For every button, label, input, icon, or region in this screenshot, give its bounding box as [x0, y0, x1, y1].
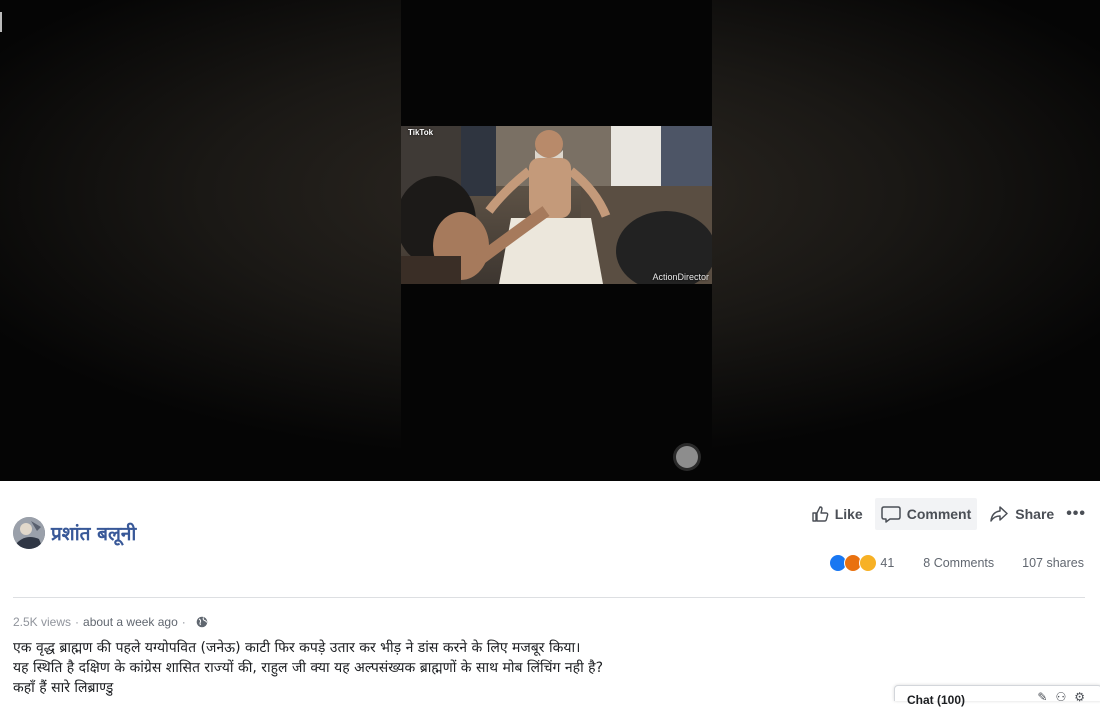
description-line: कहाँ हैं सारे लिब्राण्डु	[13, 680, 114, 696]
post-actions-bar: Like Comment Share •••	[799, 497, 1086, 531]
reactions-count[interactable]: 41	[880, 556, 894, 570]
more-options-button[interactable]: •••	[1066, 505, 1086, 523]
thumbs-up-icon	[811, 506, 829, 522]
video-thumbnail[interactable]: TikTok ActionDirector	[401, 126, 712, 284]
chat-label: Chat (100)	[907, 693, 966, 707]
video-scene-image	[401, 126, 712, 284]
author-name-link[interactable]: प्रशांत बलूनी	[51, 520, 136, 546]
video-player[interactable]: TikTok ActionDirector	[0, 0, 1100, 481]
post-meta: 2.5K views · about a week ago ·	[13, 615, 208, 629]
comment-button[interactable]: Comment	[874, 498, 978, 530]
post-author[interactable]: प्रशांत बलूनी	[13, 517, 136, 549]
player-edge-control[interactable]	[0, 12, 6, 32]
globe-icon[interactable]	[196, 616, 208, 628]
sad-reaction-icon[interactable]	[859, 554, 878, 572]
post-stats: 41 8 Comments 107 shares	[829, 552, 1084, 574]
post-timestamp-link[interactable]: about a week ago	[83, 615, 178, 629]
avatar-image	[13, 517, 45, 549]
post-description: एक वृद्ध ब्राह्मण की पहले यग्योपवित (जने…	[13, 638, 913, 698]
view-count: 2.5K views	[13, 615, 72, 629]
description-line: एक वृद्ध ब्राह्मण की पहले यग्योपवित (जने…	[13, 640, 581, 656]
like-label: Like	[834, 506, 863, 522]
like-button[interactable]: Like	[805, 498, 869, 530]
comment-icon	[880, 506, 901, 523]
share-arrow-icon	[990, 506, 1009, 522]
tiktok-logo: TikTok	[408, 128, 434, 137]
meta-separator: ·	[181, 615, 186, 629]
video-watermark: ActionDirector	[652, 272, 709, 282]
chat-dock[interactable]: Chat (100) ✎⚇⚙	[894, 685, 1100, 707]
comment-label: Comment	[906, 506, 972, 522]
comments-count-link[interactable]: 8 Comments	[923, 556, 994, 570]
chat-dock-icons[interactable]: ✎⚇⚙	[1037, 690, 1093, 704]
share-button[interactable]: Share	[983, 498, 1060, 530]
meta-separator: ·	[75, 615, 80, 629]
description-line: यह स्थिति है दक्षिण के कांग्रेस शासित रा…	[13, 660, 604, 676]
section-divider	[13, 597, 1085, 598]
avatar[interactable]	[13, 517, 45, 549]
share-label: Share	[1015, 506, 1055, 522]
shares-count-link[interactable]: 107 shares	[1022, 556, 1084, 570]
video-scrubber-handle[interactable]	[676, 446, 698, 468]
